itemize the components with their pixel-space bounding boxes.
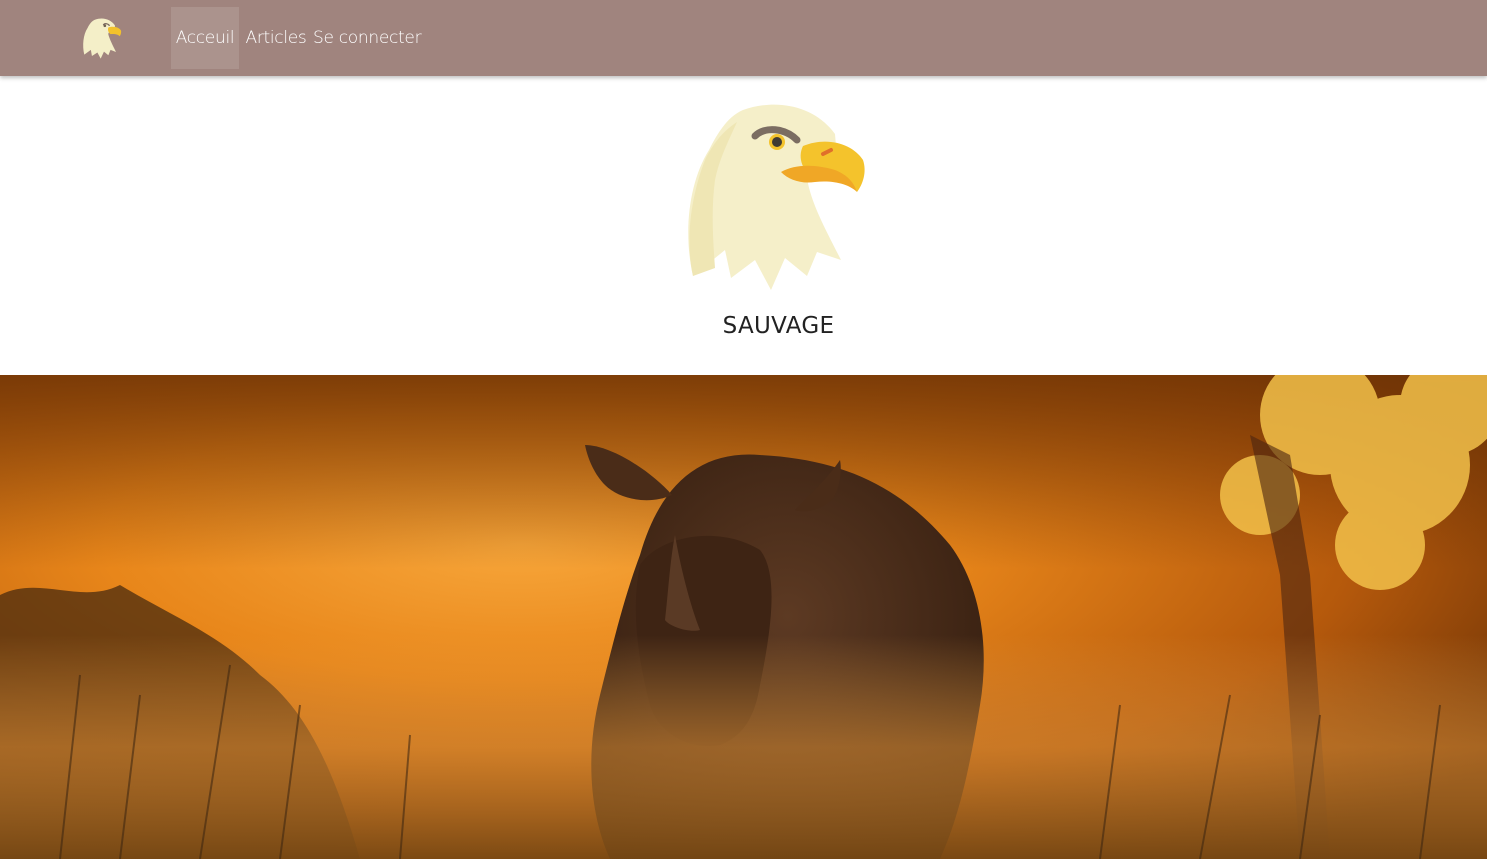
top-navbar: Acceuil Articles Se connecter: [0, 0, 1487, 76]
eagle-head-icon: [685, 100, 867, 292]
nav-item-se-connecter[interactable]: Se connecter: [313, 7, 422, 69]
eagle-logo-icon[interactable]: [82, 17, 122, 59]
nav-item-acceuil[interactable]: Acceuil: [171, 7, 239, 69]
nav-item-articles[interactable]: Articles: [245, 7, 307, 69]
site-title: SAUVAGE: [722, 313, 835, 339]
banner-image: [0, 375, 1487, 859]
